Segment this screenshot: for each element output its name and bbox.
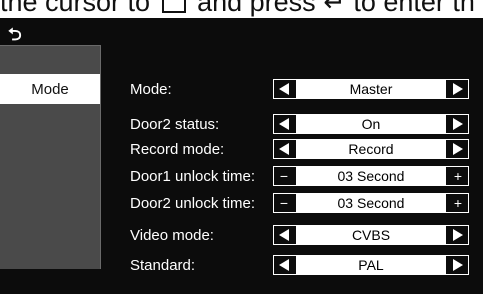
sidebar-item-label: Mode [31, 80, 69, 98]
setting-row-record-mode: Record mode: Record [130, 139, 475, 161]
left-arrow-icon [279, 229, 289, 241]
previous-arrow-button[interactable] [274, 256, 294, 274]
next-arrow-button[interactable] [448, 115, 468, 133]
decrement-button[interactable]: − [274, 194, 294, 212]
right-arrow-icon [453, 83, 463, 95]
standard-selector: PAL [273, 255, 469, 275]
next-arrow-button[interactable] [448, 80, 468, 98]
settings-screen: ⮌ Mode Mode: Master Door2 status: On Rec… [0, 18, 483, 294]
door1-unlock-time-stepper: − 03 Second + [273, 166, 469, 186]
caption-text-end: to enter th [353, 0, 475, 17]
setting-label: Door2 status: [130, 116, 220, 133]
setting-value[interactable]: CVBS [296, 226, 446, 244]
next-arrow-button[interactable] [448, 256, 468, 274]
previous-arrow-button[interactable] [274, 80, 294, 98]
setting-value[interactable]: Master [296, 80, 446, 98]
left-arrow-icon [279, 83, 289, 95]
sidebar-item-mode[interactable]: Mode [0, 74, 100, 104]
setting-value[interactable]: PAL [296, 256, 446, 274]
setting-value[interactable]: On [296, 115, 446, 133]
next-arrow-button[interactable] [448, 140, 468, 158]
next-arrow-button[interactable] [448, 226, 468, 244]
setting-row-standard: Standard: PAL [130, 255, 475, 277]
left-arrow-icon [279, 118, 289, 130]
caption-text-after: and press [197, 0, 316, 17]
enter-key-icon: ↵ [323, 0, 346, 17]
setting-label: Door2 unlock time: [130, 195, 256, 212]
caption-text-before: the cursor to [0, 0, 151, 17]
previous-arrow-button[interactable] [274, 115, 294, 133]
increment-button[interactable]: + [448, 167, 468, 185]
previous-arrow-button[interactable] [274, 226, 294, 244]
right-arrow-icon [453, 229, 463, 241]
setting-row-mode: Mode: Master [130, 79, 475, 101]
record-mode-selector: Record [273, 139, 469, 159]
video-mode-selector: CVBS [273, 225, 469, 245]
left-arrow-icon [279, 259, 289, 271]
decrement-button[interactable]: − [274, 167, 294, 185]
mode-selector: Master [273, 79, 469, 99]
key-icon [161, 0, 186, 13]
door2-unlock-time-stepper: − 03 Second + [273, 193, 469, 213]
setting-value[interactable]: 03 Second [296, 194, 446, 212]
return-icon[interactable]: ⮌ [8, 26, 26, 44]
setting-row-door2-status: Door2 status: On [130, 114, 475, 136]
setting-label: Door1 unlock time: [130, 168, 256, 185]
right-arrow-icon [453, 118, 463, 130]
setting-row-door2-unlock-time: Door2 unlock time: − 03 Second + [130, 193, 475, 215]
right-arrow-icon [453, 259, 463, 271]
setting-label: Standard: [130, 257, 196, 274]
instruction-caption: the cursor to and press ↵ to enter th [0, 0, 483, 18]
setting-value[interactable]: 03 Second [296, 167, 446, 185]
setting-row-video-mode: Video mode: CVBS [130, 225, 475, 247]
door2-status-selector: On [273, 114, 469, 134]
right-arrow-icon [453, 143, 463, 155]
setting-label: Video mode: [130, 227, 214, 244]
setting-value[interactable]: Record [296, 140, 446, 158]
setting-label: Mode: [130, 81, 172, 98]
previous-arrow-button[interactable] [274, 140, 294, 158]
sidebar: Mode [0, 45, 101, 269]
left-arrow-icon [279, 143, 289, 155]
setting-label: Record mode: [130, 141, 225, 158]
increment-button[interactable]: + [448, 194, 468, 212]
setting-row-door1-unlock-time: Door1 unlock time: − 03 Second + [130, 166, 475, 188]
